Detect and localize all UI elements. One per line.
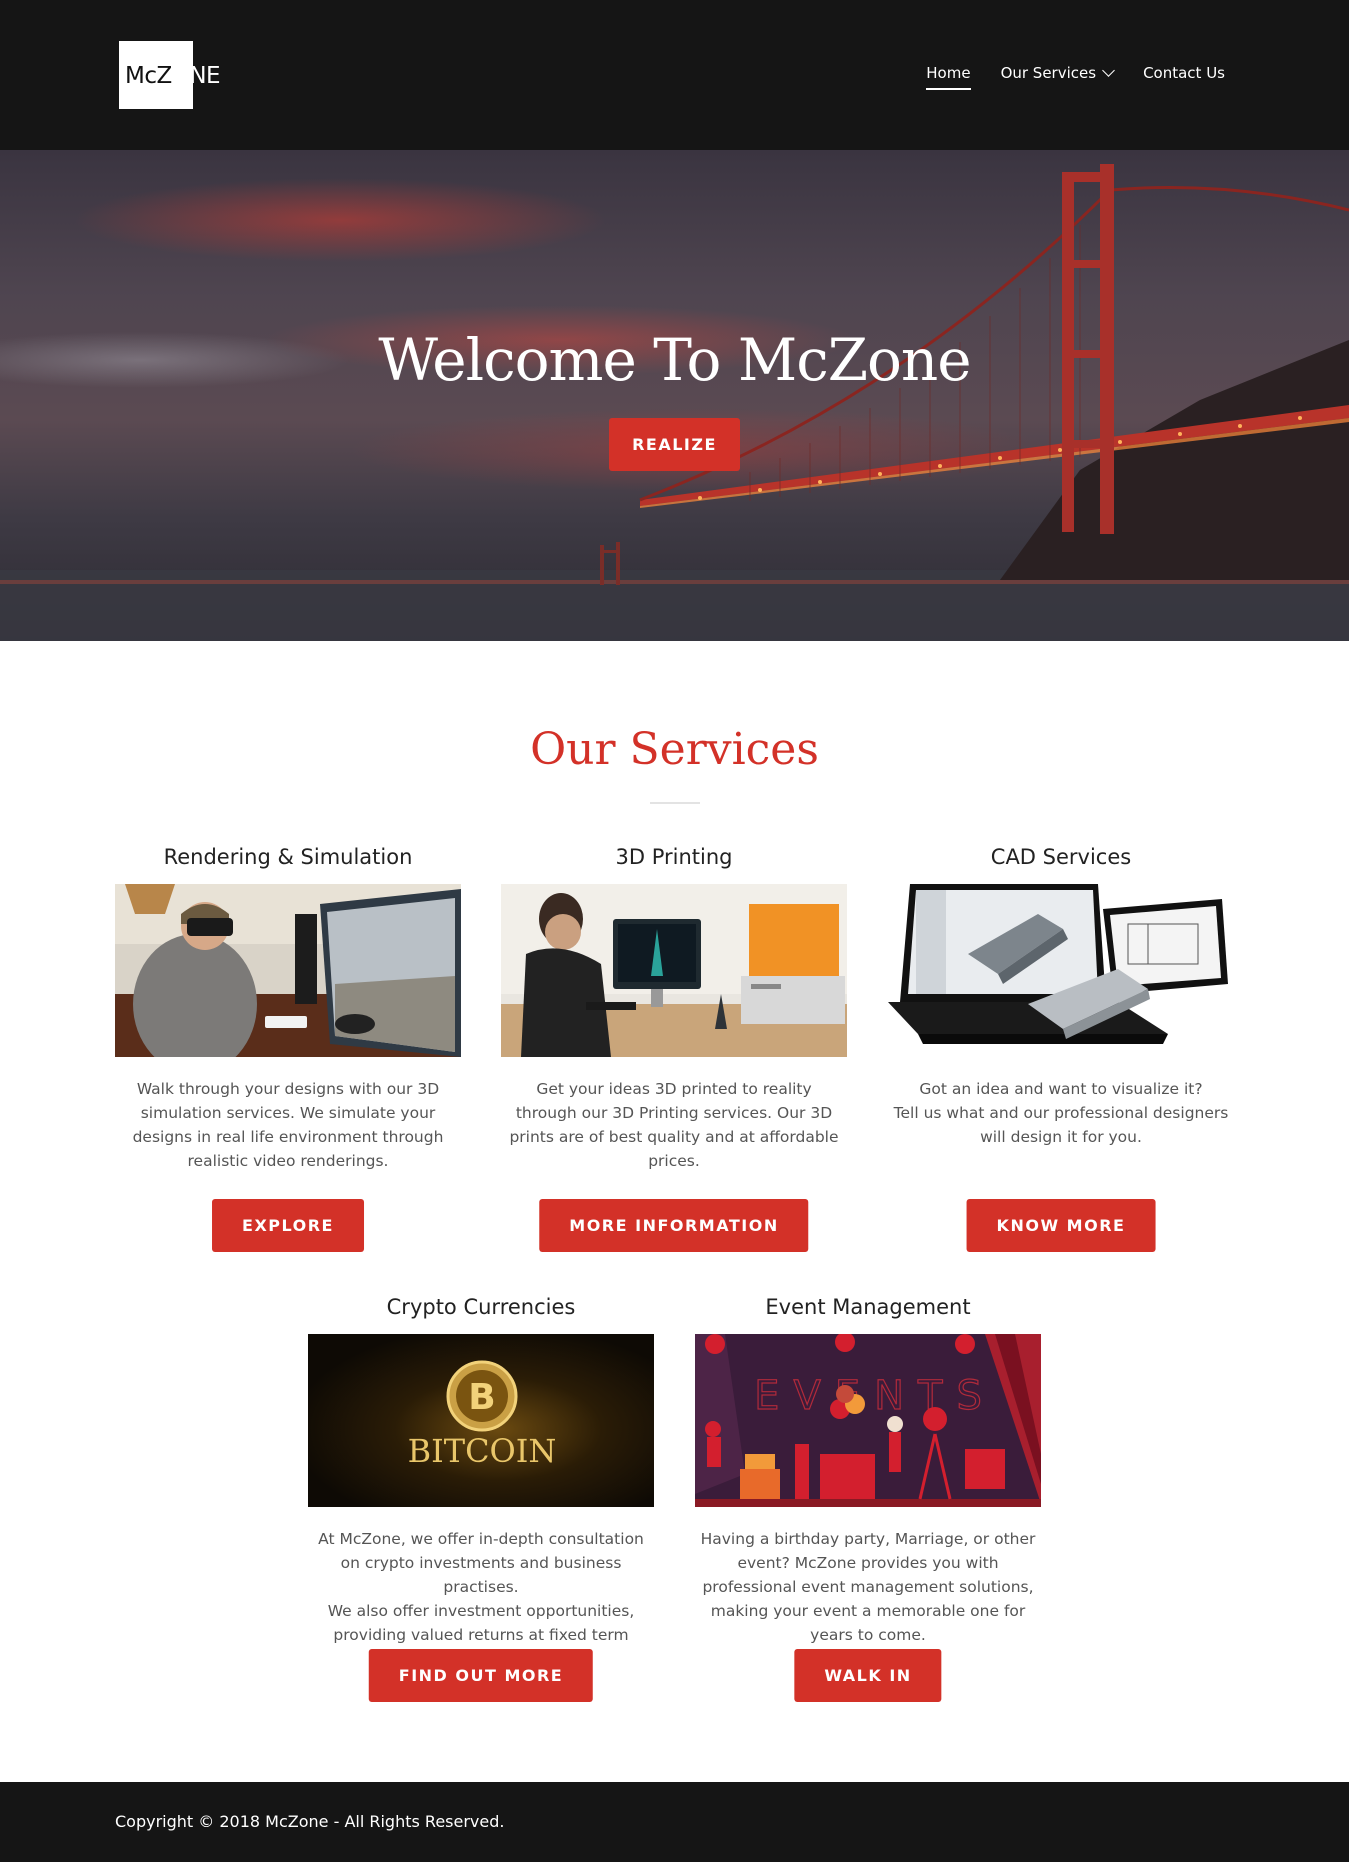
bitcoin-image: B BITCOIN [308,1334,654,1507]
main-nav: Home Our Services Contact Us [926,64,1225,90]
card-title: Crypto Currencies [386,1295,576,1319]
logo-text-dark: McZ [125,63,172,89]
card-description: Having a birthday party, Marriage, or ot… [700,1530,1036,1644]
section-divider [650,802,700,804]
card-title: CAD Services [990,845,1132,869]
site-header: McZONE Home Our Services Contact Us [0,0,1349,150]
3d-printing-image [501,884,847,1057]
service-card-cad: CAD Services Got an idea and want to vis… [887,839,1235,1252]
bridge-image [0,164,1349,641]
chevron-down-icon [1102,64,1115,77]
events-image: EVENTS [695,1334,1041,1507]
nav-item-contact-us[interactable]: Contact Us [1143,64,1225,90]
service-card-crypto: Crypto Currencies B BITCOIN At McZone, w… [307,1289,655,1702]
card-description: Get your ideas 3D printed to reality thr… [509,1080,839,1170]
card-description: Walk through your designs with our 3D si… [132,1080,444,1170]
logo-text-light: ONE [171,63,221,89]
nav-label: Our Services [1000,64,1097,82]
cad-image [888,884,1234,1057]
nav-label: Contact Us [1143,64,1225,82]
svg-text:B: B [468,1377,495,1418]
events-text: EVENTS [754,1373,996,1419]
find-out-more-button[interactable]: FIND OUT MORE [368,1649,594,1702]
service-card-events: Event Management EVENTS Having a birthda… [694,1289,1042,1702]
hero-title: Welcome To McZone [378,326,971,394]
nav-label: Home [926,64,971,82]
logo[interactable]: McZONE [119,41,259,109]
explore-button[interactable]: EXPLORE [212,1199,364,1252]
hero-banner: Welcome To McZone REALIZE [0,150,1349,641]
card-title: 3D Printing [615,845,733,869]
bitcoin-text: BITCOIN [408,1432,557,1470]
service-card-3d-printing: 3D Printing Get your ideas 3D printed to… [500,839,848,1252]
service-card-rendering: Rendering & Simulation Walk through your… [114,839,462,1252]
more-information-button[interactable]: MORE INFORMATION [539,1199,809,1252]
nav-item-our-services[interactable]: Our Services [1000,64,1115,90]
services-title: Our Services [530,724,819,775]
rendering-image [115,884,461,1057]
card-title: Rendering & Simulation [163,845,413,869]
card-title: Event Management [765,1295,971,1319]
nav-item-home[interactable]: Home [926,64,971,90]
card-description: Got an idea and want to visualize it? Te… [893,1080,1229,1146]
know-more-button[interactable]: KNOW MORE [966,1199,1156,1252]
site-footer: Copyright © 2018 McZone - All Rights Res… [0,1782,1349,1862]
logo-text: McZONE [125,63,221,89]
copyright-text: Copyright © 2018 McZone - All Rights Res… [115,1812,505,1831]
walk-in-button[interactable]: WALK IN [794,1649,942,1702]
realize-button[interactable]: REALIZE [609,418,740,471]
logo-box: McZONE [119,41,221,109]
